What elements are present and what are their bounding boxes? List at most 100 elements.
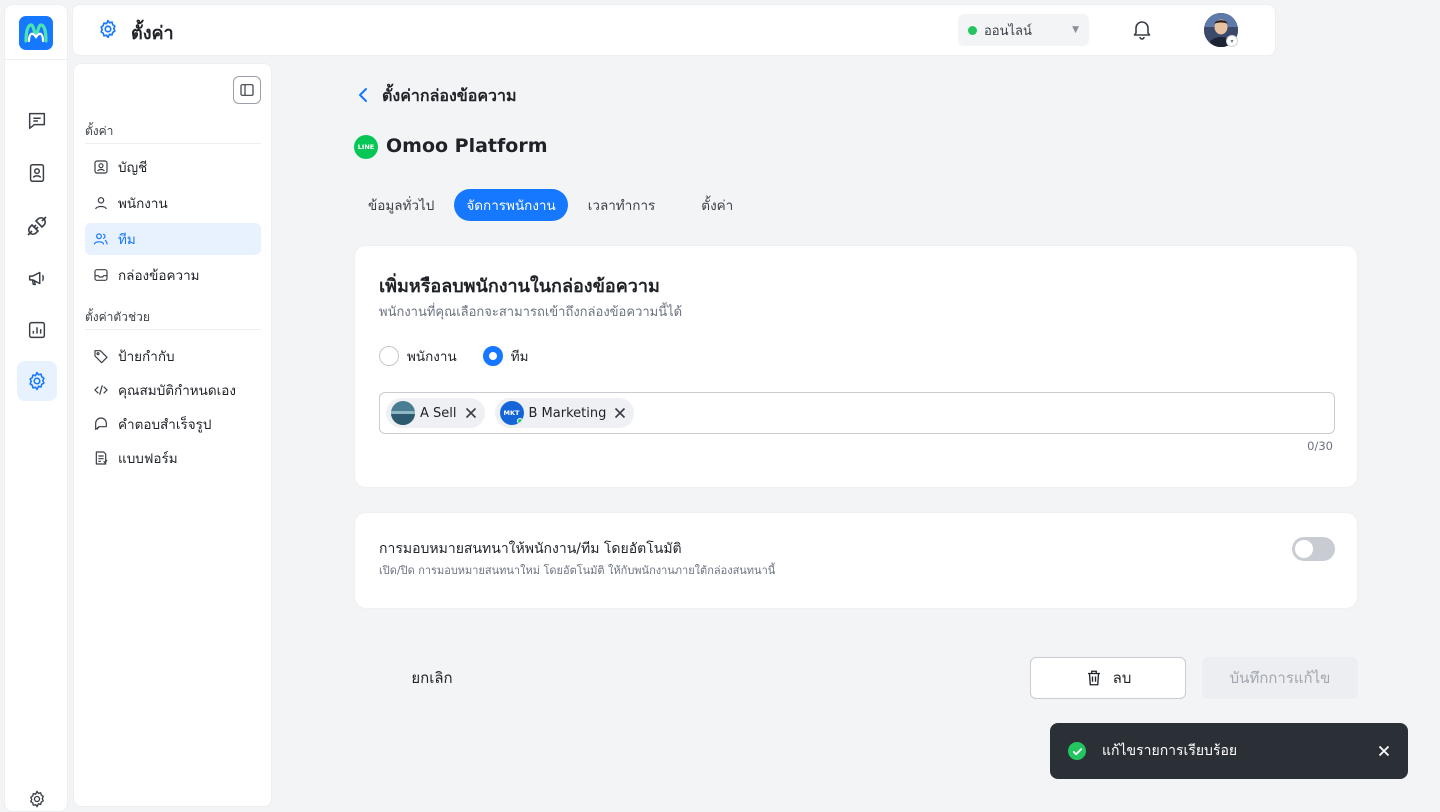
header-title: ตั้งค่า	[131, 23, 174, 44]
user-icon	[93, 195, 109, 211]
success-toast: แก้ไขรายการเรียบร้อย	[1050, 723, 1408, 779]
delete-button[interactable]: ลบ	[1030, 657, 1186, 699]
tab-manage-employees[interactable]: จัดการพนักงาน	[454, 189, 568, 221]
inbox-tabs: ข้อมูลทั่วไป จัดการพนักงาน เวลาทำการ ตั้…	[356, 189, 753, 221]
rail-contacts-button[interactable]	[17, 153, 57, 193]
sidebar-toggle-icon	[240, 84, 254, 96]
rail-divider	[5, 59, 67, 60]
sidebar-item-label: ป้ายกำกับ	[118, 349, 175, 365]
radio-team[interactable]	[482, 346, 503, 366]
status-label: ออนไลน์	[984, 23, 1032, 39]
remove-tag-icon[interactable]	[614, 407, 626, 419]
sidebar-item-labels[interactable]: ป้ายกำกับ	[85, 340, 261, 372]
settings-icon	[29, 371, 45, 391]
team-avatar-text: MKT	[503, 409, 520, 417]
status-select[interactable]: ออนไลน์ ▼	[958, 14, 1089, 46]
app-logo[interactable]	[19, 16, 53, 50]
sidebar-item-account[interactable]: บัญชี	[85, 151, 261, 183]
sidebar-divider	[85, 143, 261, 144]
team-icon	[93, 231, 109, 247]
member-type-radio-group: พนักงาน ทีม	[379, 345, 555, 367]
code-icon	[93, 382, 109, 398]
sidebar-item-team[interactable]: ทีม	[85, 223, 261, 255]
remove-tag-icon[interactable]	[465, 407, 477, 419]
rail-bottom-settings-button[interactable]	[17, 779, 57, 812]
sidebar-item-forms[interactable]: แบบฟอร์ม	[85, 442, 261, 474]
tag-icon	[93, 348, 109, 364]
avatar-dropdown-icon[interactable]: ▾	[1226, 35, 1238, 47]
megaphone-icon	[28, 271, 44, 286]
members-card-title: เพิ่มหรือลบพนักงานในกล่องข้อความ	[379, 276, 660, 297]
sidebar-item-inbox[interactable]: กล่องข้อความ	[85, 259, 261, 291]
rail-settings-button[interactable]	[17, 361, 57, 401]
sidebar-item-label: กล่องข้อความ	[118, 268, 200, 284]
back-chevron-icon[interactable]	[356, 86, 372, 104]
platform-name: Omoo Platform	[386, 135, 548, 157]
rail-broadcast-button[interactable]	[17, 258, 57, 298]
sidebar-item-label: คุณสมบัติกำหนดเอง	[118, 383, 236, 399]
trash-icon	[1087, 670, 1100, 686]
collapse-sidebar-button[interactable]	[233, 76, 261, 104]
close-icon[interactable]	[1378, 745, 1390, 757]
members-card: เพิ่มหรือลบพนักงานในกล่องข้อความ พนักงาน…	[354, 245, 1358, 488]
online-badge	[516, 418, 523, 424]
caret-down-icon: ▼	[1072, 25, 1079, 35]
team-avatar	[391, 401, 415, 425]
account-icon	[93, 159, 109, 175]
tab-general[interactable]: ข้อมูลทั่วไป	[356, 189, 446, 221]
sidebar-item-label: คำตอบสำเร็จรูป	[118, 417, 212, 433]
rail-reports-button[interactable]	[17, 310, 57, 350]
rail-chat-button[interactable]	[17, 101, 57, 141]
members-card-subtitle: พนักงานที่คุณเลือกจะสามารถเข้าถึงกล่องข้…	[379, 305, 683, 320]
sidebar-item-label: บัญชี	[118, 160, 148, 176]
team-avatar: MKT	[499, 401, 524, 425]
team-tag-label: B Marketing	[528, 405, 607, 421]
team-select-input[interactable]: A Sell MKT B Marketing	[379, 392, 1335, 434]
sidebar-item-label: แบบฟอร์ม	[118, 451, 178, 467]
team-tag: A Sell	[386, 398, 485, 428]
sidebar-item-custom-attributes[interactable]: คุณสมบัติกำหนดเอง	[85, 374, 261, 406]
team-tag: MKT B Marketing	[494, 398, 635, 428]
auto-assign-card: การมอบหมายสนทนาให้พนักงาน/ทีม โดยอัตโนมั…	[354, 512, 1358, 609]
check-circle-icon	[1068, 742, 1086, 760]
radio-employee[interactable]	[379, 346, 399, 366]
radio-employee-label[interactable]: พนักงาน	[407, 345, 457, 367]
chart-icon	[28, 321, 46, 339]
selection-counter: 0/30	[1307, 439, 1333, 453]
line-logo-icon: LINE	[354, 135, 378, 159]
auto-assign-subtitle: เปิด/ปิด การมอบหมายสนทนาใหม่ โดยอัตโนมัต…	[379, 564, 776, 577]
chat-icon	[28, 112, 46, 130]
sidebar-item-label: พนักงาน	[118, 196, 168, 212]
gear-icon	[30, 790, 44, 808]
sidebar-item-label: ทีม	[118, 232, 136, 248]
toggle-knob	[1295, 540, 1313, 558]
auto-assign-title: การมอบหมายสนทนาให้พนักงาน/ทีม โดยอัตโนมั…	[379, 541, 682, 557]
auto-assign-toggle[interactable]	[1292, 537, 1335, 561]
line-logo-text: LINE	[357, 143, 375, 151]
contacts-icon	[29, 164, 45, 182]
settings-sidebar: ตั้งค่า บัญชี พนักงาน ทีม กล่องข้อความ ต…	[73, 63, 272, 807]
quick-reply-icon	[93, 416, 109, 432]
delete-button-label: ลบ	[1112, 669, 1132, 687]
rail-integrations-button[interactable]	[17, 206, 57, 246]
save-button[interactable]: บันทึกการแก้ไข	[1202, 657, 1358, 699]
form-icon	[93, 450, 109, 466]
page-title: ตั้งค่ากล่องข้อความ	[382, 86, 517, 105]
inbox-icon	[93, 267, 109, 283]
tab-business-hours[interactable]: เวลาทำการ	[576, 189, 668, 221]
sidebar-section-helpers: ตั้งค่าตัวช่วย	[85, 310, 150, 324]
settings-title-icon	[97, 18, 119, 40]
plug-icon	[27, 216, 47, 236]
online-status-dot	[968, 25, 977, 35]
icon-rail	[4, 4, 68, 812]
tab-settings[interactable]: ตั้งค่า	[689, 189, 745, 221]
radio-team-label[interactable]: ทีม	[511, 345, 529, 367]
toast-message: แก้ไขรายการเรียบร้อย	[1102, 743, 1238, 759]
team-tag-label: A Sell	[420, 405, 457, 421]
cancel-button[interactable]: ยกเลิก	[386, 657, 478, 699]
notification-bell-icon[interactable]	[1130, 17, 1154, 41]
sidebar-item-canned-responses[interactable]: คำตอบสำเร็จรูป	[85, 408, 261, 440]
sidebar-section-settings: ตั้งค่า	[85, 124, 114, 138]
sidebar-item-employees[interactable]: พนักงาน	[85, 187, 261, 219]
logo-mark-icon	[24, 23, 48, 43]
